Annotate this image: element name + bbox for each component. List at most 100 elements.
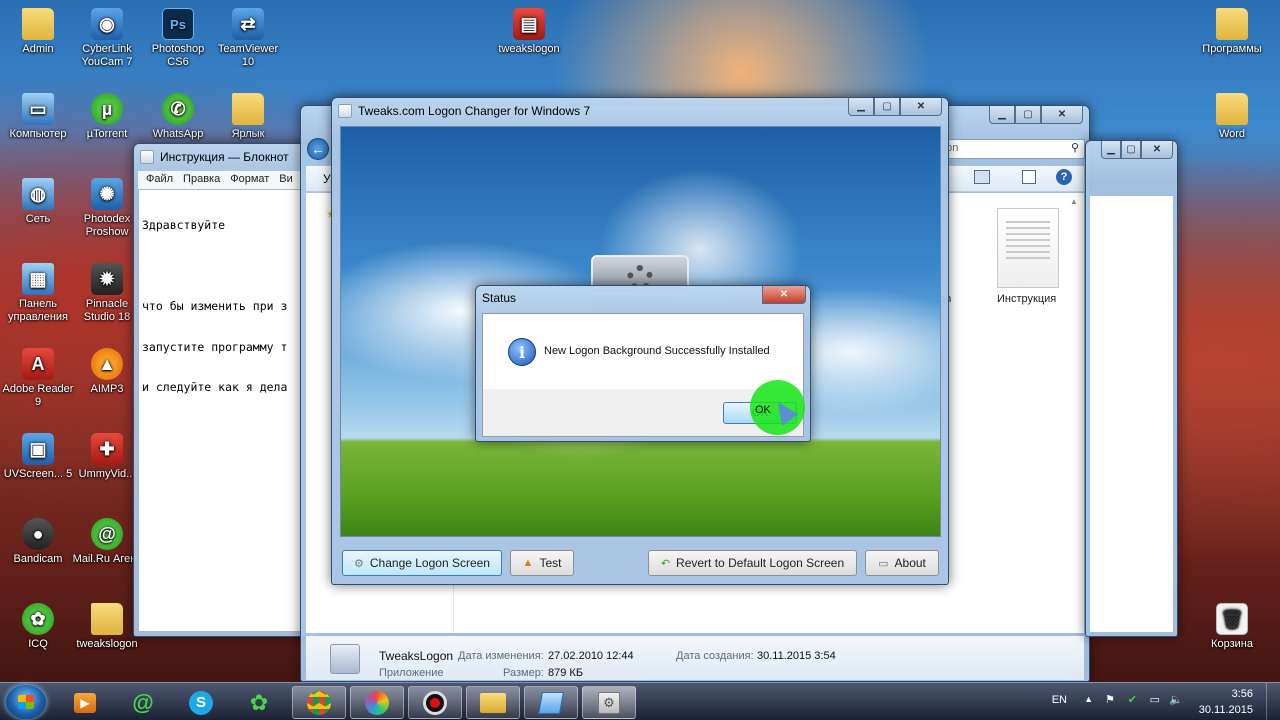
desktop-icon-control-panel[interactable]: ▦ Панель управления (1, 263, 75, 324)
folder-icon (232, 93, 264, 125)
tweaks-minimize-button[interactable]: ▁ (848, 98, 874, 116)
content-scrollbar[interactable]: ▲ (1070, 197, 1080, 629)
taskbar-notepad[interactable] (524, 686, 578, 719)
tweaks-maximize-button[interactable]: ▢ (874, 98, 900, 116)
desktop-icon-recycle-bin[interactable]: 🗑 Корзина (1195, 603, 1269, 651)
pinnacle-icon: ✹ (91, 263, 123, 295)
background-window[interactable]: ▁ ▢ ✕ (1085, 140, 1178, 637)
notepad-line: запустите программу т (142, 339, 288, 354)
taskbar-media-player[interactable]: ▶ (58, 686, 112, 719)
bg-close-button[interactable]: ✕ (1141, 141, 1173, 159)
test-button[interactable]: ▲ Test (510, 550, 574, 576)
desktop-icon-adobe-reader[interactable]: A Adobe Reader 9 (1, 348, 75, 409)
notepad-line: Здравствуйте (142, 218, 226, 232)
taskbar-chrome[interactable] (292, 686, 346, 719)
desktop-icon-youcam[interactable]: ◉ CyberLink YouCam 7 (70, 8, 144, 69)
ummyvideo-icon: ✚ (91, 433, 123, 465)
status-title: Status (482, 291, 517, 305)
taskbar-bandicam[interactable] (408, 686, 462, 719)
computer-icon: ▭ (22, 93, 54, 125)
taskbar-pinnacle[interactable] (350, 686, 404, 719)
clock-time[interactable]: 3:56 (1232, 688, 1253, 700)
text-document-icon[interactable] (997, 208, 1059, 288)
desktop-icon-word[interactable]: Word (1195, 93, 1269, 141)
teamviewer-icon: ⇄ (232, 8, 264, 40)
desktop-icon-network[interactable]: ◍ Сеть (1, 178, 75, 226)
photoshop-icon: Ps (162, 8, 194, 40)
taskbar-mailru[interactable]: @ (116, 686, 170, 719)
desktop-icon-utorrent[interactable]: µ µTorrent (70, 93, 144, 141)
desktop-icon-uvscreen[interactable]: ▣ UVScreen... 5 (1, 433, 75, 481)
desktop-icon-admin[interactable]: Admin (1, 8, 75, 56)
utorrent-icon: µ (91, 93, 123, 125)
youcam-icon: ◉ (91, 8, 123, 40)
taskbar-skype[interactable]: S (174, 686, 228, 719)
desktop-icon-whatsapp[interactable]: ✆ WhatsApp (141, 93, 215, 141)
record-icon (423, 690, 447, 715)
tweaks-close-button[interactable]: ✕ (900, 98, 942, 116)
language-indicator[interactable]: EN (1052, 694, 1067, 706)
bg-minimize-button[interactable]: ▁ (1101, 141, 1121, 159)
show-desktop-button[interactable] (1266, 683, 1280, 720)
explorer-close-button[interactable]: ✕ (1041, 106, 1083, 124)
status-close-button[interactable]: ✕ (762, 286, 806, 304)
menu-format[interactable]: Формат (230, 173, 269, 187)
folder-icon (1216, 93, 1248, 125)
status-message: New Logon Background Successfully Instal… (544, 345, 770, 357)
notepad-titlebar[interactable]: Инструкция — Блокнот (134, 144, 317, 170)
folder-icon (1216, 8, 1248, 40)
status-titlebar[interactable]: Status (476, 286, 810, 310)
skype-icon: S (189, 690, 213, 715)
ok-label-overlay: OK (755, 404, 771, 416)
tweaks-taskbar-icon: ⚙ (598, 691, 620, 714)
tweaks-title: Tweaks.com Logon Changer for Windows 7 (358, 104, 591, 118)
notepad-window[interactable]: Инструкция — Блокнот Файл Правка Формат … (133, 143, 318, 637)
created-label: Дата создания: (676, 650, 754, 662)
bg-window-content (1090, 196, 1173, 632)
aimp-icon: ▲ (91, 348, 123, 380)
search-input[interactable]: gon ⚲ (933, 139, 1085, 159)
desktop-icon-teamviewer[interactable]: ⇄ TeamViewer 10 (211, 8, 285, 69)
flag-icon[interactable]: ⚑ (1105, 693, 1115, 706)
size-value: 879 КБ (548, 667, 584, 679)
status-dialog[interactable]: Status ✕ i New Logon Background Successf… (475, 285, 811, 442)
update-icon[interactable]: ✔ (1128, 693, 1137, 706)
network-tray-icon[interactable]: ▭ (1150, 693, 1160, 706)
menu-view[interactable]: Ви (279, 173, 292, 187)
desktop-icon-photoshop[interactable]: Ps Photoshop CS6 (141, 8, 215, 69)
menu-edit[interactable]: Правка (183, 173, 220, 187)
desktop-icon-shortcut[interactable]: Ярлык (211, 93, 285, 141)
file-label-instruktsiya[interactable]: Инструкция (997, 293, 1056, 305)
bg-maximize-button[interactable]: ▢ (1121, 141, 1141, 159)
notepad-icon (140, 150, 154, 164)
notepad-text-area[interactable]: Здравствуйте что бы изменить при з запус… (138, 189, 317, 632)
volume-icon[interactable]: 🔈 (1169, 693, 1183, 706)
whatsapp-icon: ✆ (162, 93, 194, 125)
back-icon[interactable]: ← (307, 138, 329, 160)
explorer-maximize-button[interactable]: ▢ (1015, 106, 1041, 124)
taskbar-icq[interactable]: ✿ (232, 686, 286, 719)
desktop-icon-bandicam[interactable]: ● Bandicam (1, 518, 75, 566)
pinnacle-taskbar-icon (365, 690, 389, 715)
taskbar-tweaks[interactable]: ⚙ (582, 686, 636, 719)
proshow-icon: ✺ (91, 178, 123, 210)
desktop-icon-programs[interactable]: Программы (1195, 8, 1269, 56)
about-button[interactable]: ▭ About (865, 550, 939, 576)
revert-default-button[interactable]: ↶ Revert to Default Logon Screen (648, 550, 857, 576)
view-options-icon[interactable] (974, 170, 990, 184)
clock-date[interactable]: 30.11.2015 (1199, 704, 1253, 716)
status-body: i New Logon Background Successfully Inst… (482, 313, 805, 437)
desktop-icon-tweakslogon-archive[interactable]: ▤ tweakslogon (492, 8, 566, 56)
explorer-minimize-button[interactable]: ▁ (989, 106, 1015, 124)
desktop-icon-computer[interactable]: ▭ Компьютер (1, 93, 75, 141)
preview-pane-icon[interactable] (1022, 170, 1036, 184)
taskbar-explorer[interactable] (466, 686, 520, 719)
show-hidden-icons[interactable]: ▲ (1084, 694, 1093, 704)
start-button[interactable] (6, 685, 46, 719)
status-message-area: i New Logon Background Successfully Inst… (483, 314, 803, 389)
help-icon[interactable]: ? (1056, 169, 1072, 185)
menu-file[interactable]: Файл (146, 173, 173, 187)
change-logon-screen-button[interactable]: ⚙ Change Logon Screen (342, 550, 502, 576)
media-player-icon: ▶ (74, 692, 96, 713)
desktop-icon-icq[interactable]: ✿ ICQ (1, 603, 75, 651)
